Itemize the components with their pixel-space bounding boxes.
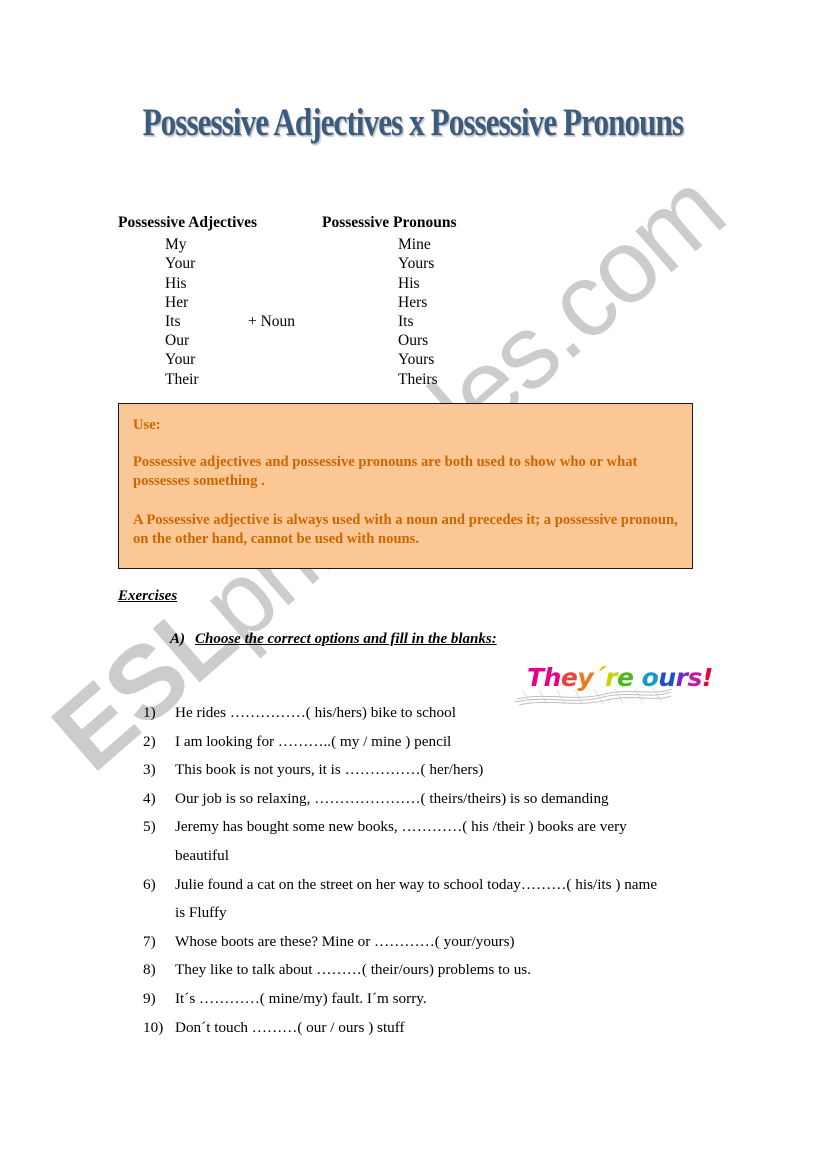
page-title: Possessive Adjectives x Possessive Prono… [0,100,826,145]
question-number: 7) [143,932,156,950]
question-text: It´s …………( mine/my) fault. I´m sorry. [175,989,427,1007]
column-header-adjectives: Possessive Adjectives [118,214,258,231]
question-text: Julie found a cat on the street on her w… [175,875,658,893]
question-continuation: beautiful [175,846,229,864]
question-continuation: is Fluffy [175,904,227,922]
column-header-pronouns: Possessive Pronouns [322,214,457,231]
cell-adjective: Your [165,351,196,369]
cell-adjective: Its [165,313,181,331]
wordart-letter: ´ [593,663,606,692]
use-info-box: Use: Possessive adjectives and possessiv… [118,403,693,569]
theyre-ours-wordart: They´re ours! [513,664,713,712]
use-box-paragraph-1: Possessive adjectives and possessive pro… [133,454,638,489]
cell-pronoun: Its [398,313,414,331]
cell-pronoun: Yours [398,255,435,273]
cell-adjective: Our [165,332,190,350]
wordart-letter: y [577,663,594,692]
question-number: 6) [143,875,156,893]
exercise-a-letter: A) [170,631,185,647]
question-item: 6) Julie found a cat on the street on her… [143,871,753,900]
question-text: Don´t touch ………( our / ours ) stuff [175,1018,405,1036]
table-row: Its + Noun Its [118,312,598,331]
cell-adjective: His [165,274,187,292]
question-number: 5) [143,818,156,836]
cell-pronoun: Ours [398,332,429,350]
worksheet-content: Possessive Adjectives x Possessive Prono… [0,0,826,1169]
cell-adjective: Your [165,255,196,273]
wordart-letter: r [675,663,688,692]
question-text: They like to talk about ………( their/ours)… [175,961,532,979]
table-row: Your Yours [118,350,598,369]
wordart-letter: T [527,663,544,692]
cell-middle-note [248,254,398,273]
question-text: Whose boots are these? Mine or …………( you… [175,932,515,950]
table-row: His His [118,274,598,293]
possessives-table: Possessive Adjectives Possessive Pronoun… [118,213,598,389]
cell-adjective: My [165,236,187,254]
exercise-section-a-heading: A) Choose the correct options and fill in… [170,631,497,648]
question-item: 4) Our job is so relaxing, …………………( their… [143,785,753,814]
exercise-questions-list: 1) He rides ……………( his/hers) bike to scho… [143,699,753,1042]
cell-middle-note [248,350,398,369]
wordart-letter: h [543,663,562,692]
wordart-letter [633,664,641,692]
question-number: 9) [143,989,156,1007]
question-text: Our job is so relaxing, …………………( theirs/… [175,789,609,807]
question-number: 2) [143,732,156,750]
question-number: 8) [143,961,156,979]
use-box-paragraph-2: A Possessive adjective is always used wi… [133,512,678,547]
question-item: 10) Don´t touch ………( our / ours ) stuff [143,1014,753,1043]
cell-pronoun: His [398,274,420,292]
question-text: I am looking for ………..( my / mine ) penc… [175,732,452,750]
exercises-heading: Exercises [118,588,178,604]
wordart-letter: r [605,663,617,692]
cell-adjective: Their [165,370,199,388]
question-number: 10) [143,1018,164,1036]
cell-pronoun: Hers [398,293,428,311]
wordart-letter: e [616,663,634,692]
wordart-letter: ! [701,663,713,692]
wordart-letter: u [658,663,676,692]
table-row: My Mine [118,235,598,254]
question-item: 9) It´s …………( mine/my) fault. I´m sorry. [143,985,753,1014]
cell-middle-note: + Noun [248,313,296,331]
question-item: 8) They like to talk about ………( their/our… [143,956,753,985]
question-number: 3) [143,761,156,779]
table-header-row: Possessive Adjectives Possessive Pronoun… [118,213,598,232]
question-item: 7) Whose boots are these? Mine or …………( y… [143,928,753,957]
wordart-letter: s [687,663,703,692]
page-title-text: Possessive Adjectives x Possessive Prono… [142,101,684,144]
table-row: Our Ours [118,331,598,350]
question-number: 1) [143,704,156,721]
cell-middle-note [248,370,398,389]
question-item: 2) I am looking for ………..( my / mine ) pe… [143,728,753,757]
cell-pronoun: Theirs [398,370,438,388]
question-text: Jeremy has bought some new books, …………( … [175,818,627,836]
cell-middle-note [248,235,398,254]
question-number: 4) [143,789,156,807]
cell-middle-note [248,293,398,312]
wordart-letters: They´re ours! [527,664,713,692]
table-row: Your Yours [118,254,598,273]
cell-middle-note [248,331,398,350]
exercise-a-instruction: Choose the correct options and fill in t… [195,631,497,647]
cell-middle-note [248,274,398,293]
question-text: This book is not yours, it is ……………( her… [175,761,484,779]
cell-pronoun: Mine [398,236,431,254]
question-item: 5) Jeremy has bought some new books, …………… [143,813,753,842]
table-row: Their Theirs [118,370,598,389]
wordart-letter: o [641,663,659,692]
question-item: 3) This book is not yours, it is ……………( h… [143,756,753,785]
table-body: My Mine Your Yours His His Her Hers Its + Noun Its… [118,235,598,389]
table-row: Her Hers [118,293,598,312]
cell-adjective: Her [165,293,189,311]
use-box-label: Use: [133,417,161,433]
cell-pronoun: Yours [398,351,435,369]
wordart-letter: e [560,663,578,692]
